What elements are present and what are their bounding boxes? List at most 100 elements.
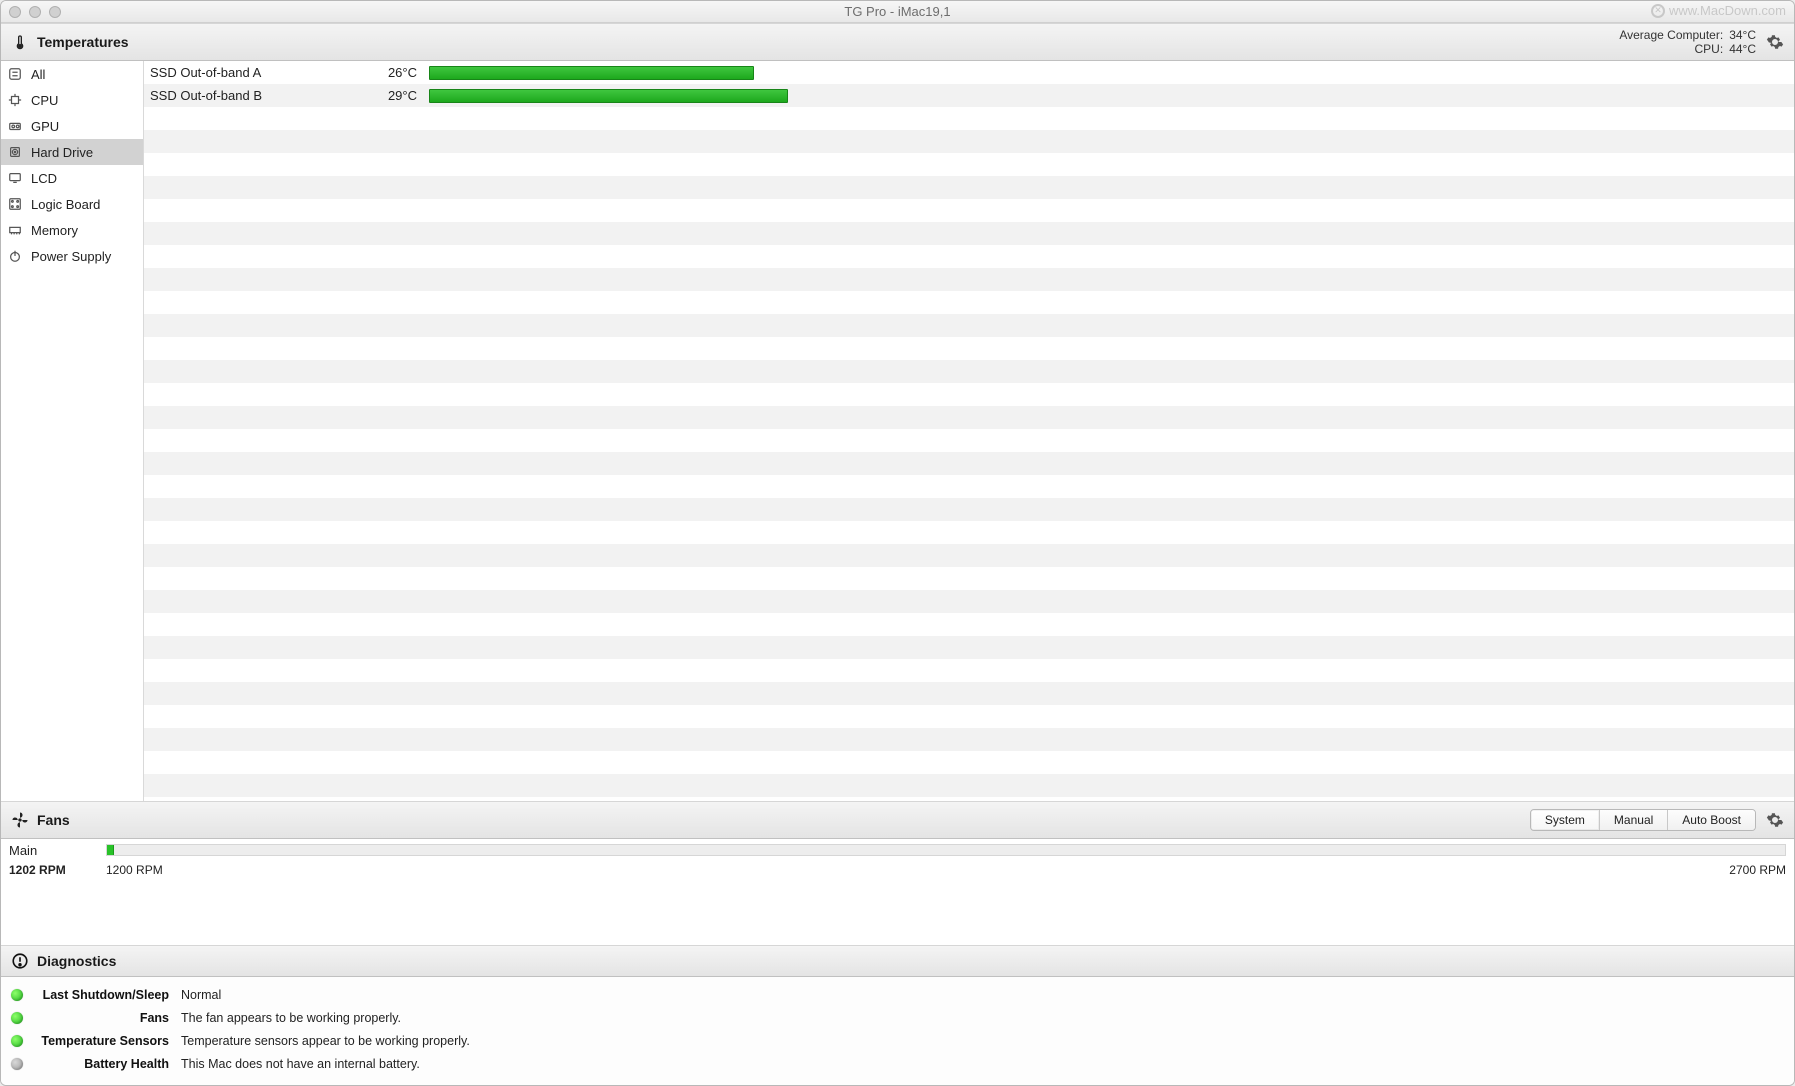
sensor-name: SSD Out-of-band B bbox=[144, 88, 369, 103]
sidebar-item-label: Logic Board bbox=[31, 197, 100, 212]
empty-row bbox=[144, 245, 1794, 268]
sensor-row[interactable]: SSD Out-of-band B29°C bbox=[144, 84, 1794, 107]
fan-bar bbox=[106, 844, 1786, 856]
sidebar-item-label: CPU bbox=[31, 93, 58, 108]
diagnostics-header: Diagnostics bbox=[1, 945, 1794, 977]
sidebar-item-label: Memory bbox=[31, 223, 78, 238]
sensor-bar bbox=[429, 89, 1784, 103]
avg-cpu-value: 44°C bbox=[1729, 42, 1756, 56]
fan-mode-manual[interactable]: Manual bbox=[1600, 810, 1668, 830]
sidebar-item-hard-drive[interactable]: Hard Drive bbox=[1, 139, 143, 165]
sidebar-item-lcd[interactable]: LCD bbox=[1, 165, 143, 191]
fan-mode-auto-boost[interactable]: Auto Boost bbox=[1668, 810, 1755, 830]
empty-row bbox=[144, 199, 1794, 222]
empty-row bbox=[144, 728, 1794, 751]
sidebar-item-label: LCD bbox=[31, 171, 57, 186]
sidebar-item-label: All bbox=[31, 67, 45, 82]
fan-mode-segmented-control: SystemManualAuto Boost bbox=[1530, 809, 1756, 831]
gpu-icon bbox=[7, 118, 23, 134]
status-dot-icon bbox=[11, 989, 23, 1001]
sidebar-item-label: Hard Drive bbox=[31, 145, 93, 160]
sidebar-item-gpu[interactable]: GPU bbox=[1, 113, 143, 139]
temperatures-settings-button[interactable] bbox=[1764, 31, 1786, 53]
diagnostic-value: Temperature sensors appear to be working… bbox=[181, 1034, 470, 1048]
sensor-temp: 29°C bbox=[369, 88, 429, 103]
avg-computer-value: 34°C bbox=[1729, 28, 1756, 42]
power-icon bbox=[7, 248, 23, 264]
empty-row bbox=[144, 406, 1794, 429]
sidebar-item-memory[interactable]: Memory bbox=[1, 217, 143, 243]
diagnostic-row: Battery HealthThis Mac does not have an … bbox=[1, 1052, 1794, 1075]
temperatures-header: Temperatures Average Computer: 34°C CPU:… bbox=[1, 23, 1794, 61]
diagnostic-label: Fans bbox=[39, 1011, 169, 1025]
diagnostic-row: Fans The fan appears to be working proper… bbox=[1, 1006, 1794, 1029]
status-dot-icon bbox=[11, 1035, 23, 1047]
fan-min-rpm: 1200 RPM bbox=[106, 863, 163, 877]
empty-row bbox=[144, 774, 1794, 797]
fan-mode-system[interactable]: System bbox=[1531, 810, 1600, 830]
sensor-bar bbox=[429, 66, 1784, 80]
sidebar-item-power-supply[interactable]: Power Supply bbox=[1, 243, 143, 269]
empty-row bbox=[144, 291, 1794, 314]
sensor-row[interactable]: SSD Out-of-band A26°C bbox=[144, 61, 1794, 84]
status-dot-icon bbox=[11, 1012, 23, 1024]
empty-row bbox=[144, 659, 1794, 682]
empty-row bbox=[144, 475, 1794, 498]
sidebar-item-all[interactable]: All bbox=[1, 61, 143, 87]
board-icon bbox=[7, 196, 23, 212]
temperatures-body: All CPU GPU Hard Drive LCD Logic Board Memory P… bbox=[1, 61, 1794, 801]
watermark: ✕ www.MacDown.com bbox=[1651, 3, 1786, 18]
average-readout: Average Computer: 34°C CPU: 44°C bbox=[1619, 28, 1756, 56]
window-title: TG Pro - iMac19,1 bbox=[1, 4, 1794, 19]
fans-header: Fans SystemManualAuto Boost bbox=[1, 801, 1794, 839]
empty-row bbox=[144, 176, 1794, 199]
empty-row bbox=[144, 268, 1794, 291]
titlebar: TG Pro - iMac19,1 ✕ www.MacDown.com bbox=[1, 1, 1794, 23]
fans-body: Main1202 RPM1200 RPM2700 RPM bbox=[1, 839, 1794, 877]
empty-row bbox=[144, 751, 1794, 774]
diagnostic-row: Temperature Sensors Temperature sensors a… bbox=[1, 1029, 1794, 1052]
fan-row: Main1202 RPM1200 RPM2700 RPM bbox=[1, 839, 1794, 877]
gear-icon bbox=[1766, 811, 1784, 829]
category-sidebar: All CPU GPU Hard Drive LCD Logic Board Memory P… bbox=[1, 61, 144, 801]
empty-row bbox=[144, 429, 1794, 452]
sidebar-item-label: Power Supply bbox=[31, 249, 111, 264]
diagnostic-value: This Mac does not have an internal batte… bbox=[181, 1057, 420, 1071]
diagnostics-body: Last Shutdown/SleepNormal Fans The fan app… bbox=[1, 977, 1794, 1085]
sidebar-item-cpu[interactable]: CPU bbox=[1, 87, 143, 113]
empty-row bbox=[144, 222, 1794, 245]
watermark-text: www.MacDown.com bbox=[1669, 3, 1786, 18]
diagnostic-value: The fan appears to be working properly. bbox=[181, 1011, 401, 1025]
temperatures-title: Temperatures bbox=[37, 34, 129, 50]
empty-row bbox=[144, 544, 1794, 567]
sensor-name: SSD Out-of-band A bbox=[144, 65, 369, 80]
empty-row bbox=[144, 383, 1794, 406]
empty-row bbox=[144, 498, 1794, 521]
empty-row bbox=[144, 567, 1794, 590]
empty-row bbox=[144, 613, 1794, 636]
diagnostic-label: Temperature Sensors bbox=[39, 1034, 169, 1048]
avg-computer-label: Average Computer: bbox=[1619, 28, 1723, 42]
empty-row bbox=[144, 130, 1794, 153]
all-icon bbox=[7, 66, 23, 82]
empty-row bbox=[144, 360, 1794, 383]
gear-icon bbox=[1766, 33, 1784, 51]
fan-icon bbox=[9, 811, 31, 829]
fans-settings-button[interactable] bbox=[1764, 809, 1786, 831]
sidebar-item-logic-board[interactable]: Logic Board bbox=[1, 191, 143, 217]
empty-row bbox=[144, 682, 1794, 705]
fan-name: Main bbox=[1, 843, 106, 858]
diagnostic-row: Last Shutdown/SleepNormal bbox=[1, 983, 1794, 1006]
sensor-temp: 26°C bbox=[369, 65, 429, 80]
app-window: TG Pro - iMac19,1 ✕ www.MacDown.com Temp… bbox=[0, 0, 1795, 1086]
empty-row bbox=[144, 107, 1794, 130]
watermark-icon: ✕ bbox=[1651, 4, 1665, 18]
diagnostic-label: Last Shutdown/Sleep bbox=[39, 988, 169, 1002]
fan-max-rpm: 2700 RPM bbox=[1729, 863, 1786, 877]
empty-row bbox=[144, 337, 1794, 360]
empty-row bbox=[144, 314, 1794, 337]
alert-icon bbox=[9, 952, 31, 970]
lcd-icon bbox=[7, 170, 23, 186]
hdd-icon bbox=[7, 144, 23, 160]
status-dot-icon bbox=[11, 1058, 23, 1070]
